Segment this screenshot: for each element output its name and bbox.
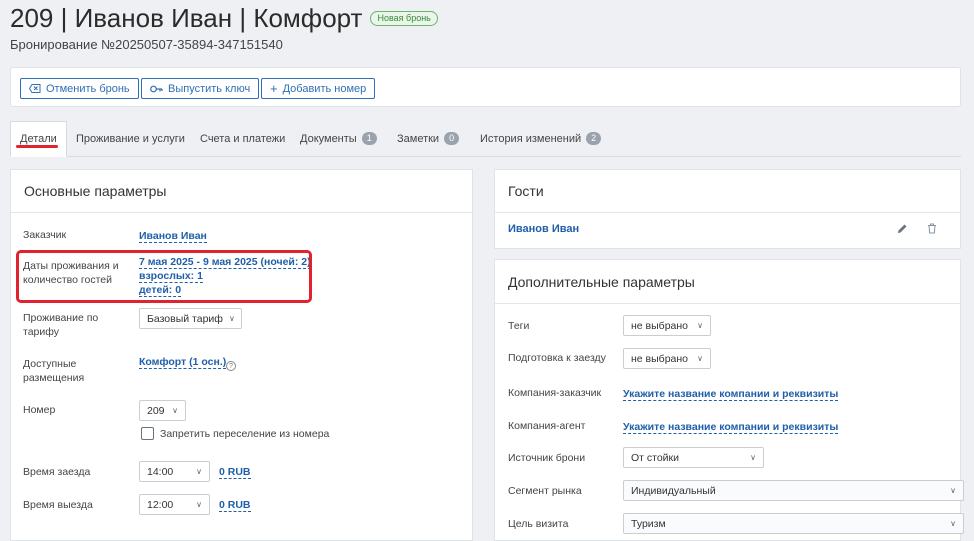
no-move-label: Запретить переселение из номера [160,428,330,440]
chevron-down-icon: ∨ [950,486,956,495]
room-select[interactable]: 209 ∨ [139,400,186,421]
add-room-button[interactable]: + Добавить номер [261,78,376,99]
tab-bills-payments[interactable]: Счета и платежи [200,121,285,156]
cancel-icon [29,84,41,93]
customer-company-label: Компания-заказчик [508,387,602,399]
tags-select[interactable]: не выбрано ∨ [623,315,711,336]
panel-divider [11,212,472,213]
source-label: Источник брони [508,452,586,464]
cancel-booking-button[interactable]: Отменить бронь [20,78,139,99]
placement-link[interactable]: Комфорт (1 осн.) [139,356,227,369]
prep-select[interactable]: не выбрано ∨ [623,348,711,369]
extra-params-title: Дополнительные параметры [508,274,695,290]
dates-highlight-frame [16,250,312,303]
room-label: Номер [23,404,56,416]
checkout-label: Время выезда [23,499,93,511]
checkin-label: Время заезда [23,466,91,478]
no-move-checkbox[interactable] [141,427,154,440]
chevron-down-icon: ∨ [196,500,202,509]
documents-count-badge: 1 [361,132,377,145]
guests-title: Гости [508,183,544,199]
segment-select[interactable]: Индивидуальный ∨ [623,480,964,501]
tab-bar: Детали Проживание и услуги Счета и плате… [10,121,961,157]
main-params-title: Основные параметры [24,183,167,199]
agent-company-link[interactable]: Укажите название компании и реквизиты [623,421,839,434]
chevron-down-icon: ∨ [228,314,235,323]
checkout-time-select[interactable]: 12:00 ∨ [139,494,210,515]
panel-divider [495,303,960,304]
chevron-down-icon: ∨ [750,453,756,462]
main-params-panel: Основные параметры [10,169,473,541]
guest-name-link[interactable]: Иванов Иван [508,223,579,235]
active-tab-highlight [16,145,58,148]
chevron-down-icon: ∨ [950,519,956,528]
history-count-badge: 2 [586,132,602,145]
customer-link[interactable]: Иванов Иван [139,230,207,243]
source-select[interactable]: От стойки ∨ [623,447,764,468]
tags-label: Теги [508,320,530,332]
key-icon [150,85,163,92]
purpose-label: Цель визита [508,518,569,530]
prep-label: Подготовка к заезду [508,352,606,364]
segment-label: Сегмент рынка [508,485,582,497]
issue-key-button[interactable]: Выпустить ключ [141,78,260,99]
tariff-label: Проживание по тарифу [23,312,99,338]
trash-icon[interactable] [927,223,937,234]
booking-number: Бронирование №20250507-35894-347151540 [10,37,283,52]
customer-company-link[interactable]: Укажите название компании и реквизиты [623,388,839,401]
plus-icon: + [270,80,278,96]
tab-documents[interactable]: Документы 1 [300,121,377,156]
chevron-down-icon: ∨ [697,321,703,330]
checkin-time-select[interactable]: 14:00 ∨ [139,461,210,482]
edit-icon[interactable] [897,223,908,234]
purpose-select[interactable]: Туризм ∨ [623,513,964,534]
customer-label: Заказчик [23,229,67,241]
tab-history[interactable]: История изменений 2 [480,121,602,156]
agent-company-label: Компания-агент [508,420,586,432]
checkin-price-link[interactable]: 0 RUB [219,466,251,479]
guests-panel: Гости [494,169,961,249]
chevron-down-icon: ∨ [196,467,202,476]
status-badge: Новая бронь [370,11,438,26]
action-toolbar: Отменить бронь Выпустить ключ + Добавить… [10,67,961,107]
placement-label: Доступные размещения [23,358,85,384]
chevron-down-icon: ∨ [697,354,703,363]
tab-notes[interactable]: Заметки 0 [397,121,460,156]
notes-count-badge: 0 [444,132,460,145]
panel-divider [495,212,960,213]
help-icon[interactable]: ? [226,361,236,371]
tab-details[interactable]: Детали [10,121,67,157]
tab-stay-services[interactable]: Проживание и услуги [76,121,185,156]
checkout-price-link[interactable]: 0 RUB [219,499,251,512]
tariff-select[interactable]: Базовый тариф ∨ [139,308,242,329]
page-title: 209 | Иванов Иван | Комфорт Новая бронь [10,3,438,34]
chevron-down-icon: ∨ [172,406,178,415]
